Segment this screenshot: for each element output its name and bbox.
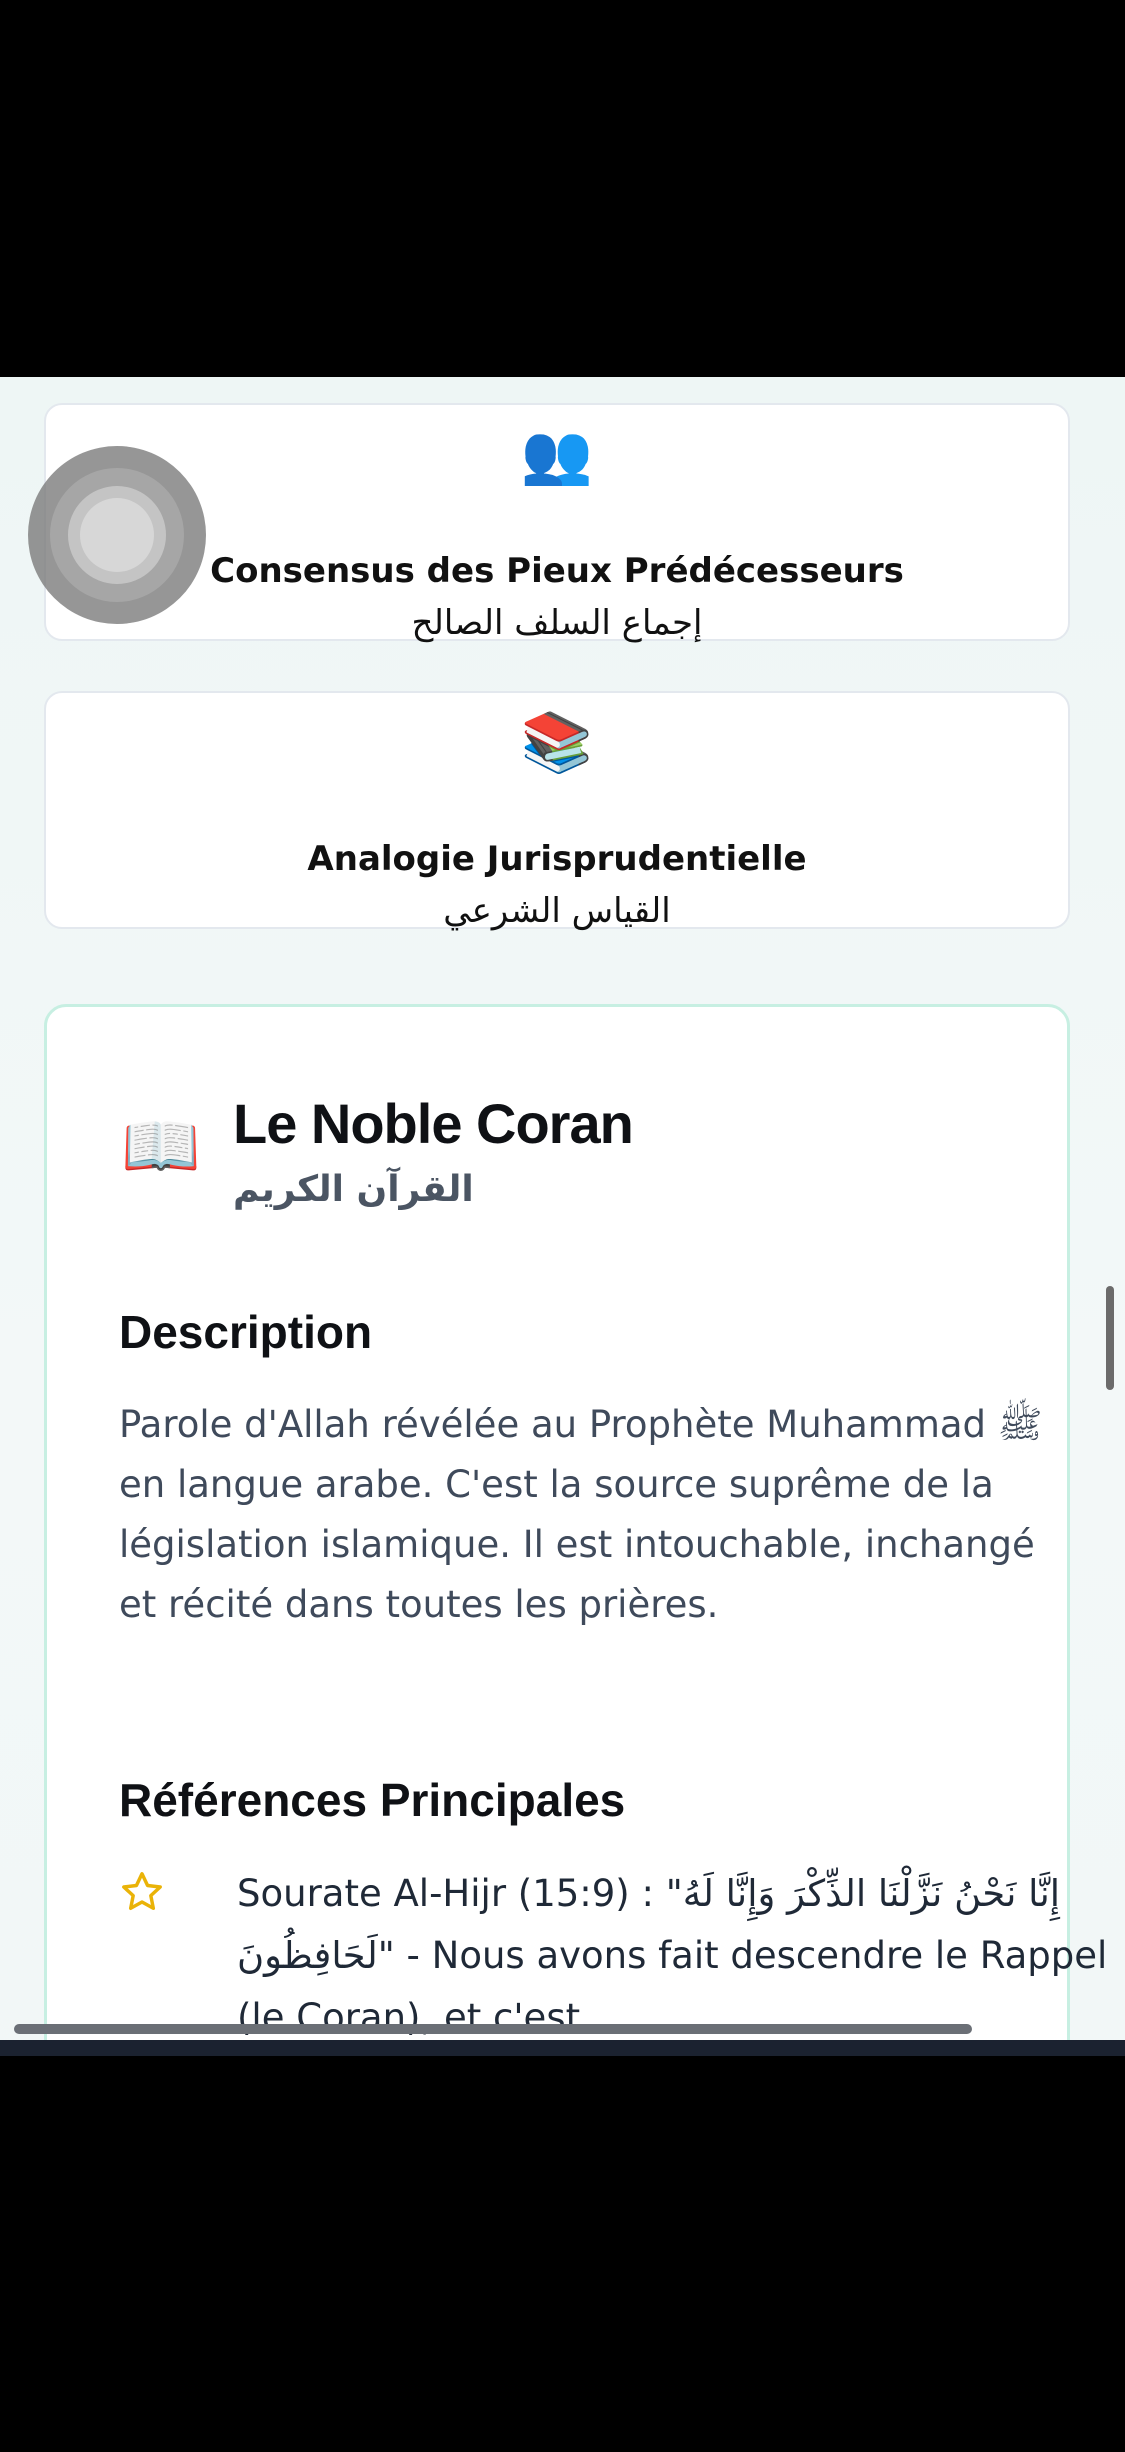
people-icon: 👥 [520, 420, 594, 488]
detail-card-coran: 📖 Le Noble Coran القرآن الكريم Descripti… [44, 1004, 1107, 2040]
reference-text: Sourate Al-Hijr (15:9) : "إِنَّا نَحْنُ … [237, 1872, 1108, 2039]
bottom-bar [0, 2040, 1125, 2056]
detail-title: Le Noble Coran [233, 1092, 634, 1155]
open-book-icon: 📖 [121, 1110, 201, 1184]
detail-subtitle: القرآن الكريم [233, 1169, 474, 1210]
status-area [0, 0, 1125, 377]
page-content[interactable]: 👥 Consensus des Pieux Prédécesseurs إجما… [0, 377, 1125, 2040]
assistive-touch-button[interactable] [28, 446, 206, 624]
home-indicator[interactable] [14, 2024, 972, 2034]
card-title-ar: إجماع السلف الصالح [411, 603, 703, 643]
bottom-area [0, 2056, 1125, 2452]
star-icon [122, 1872, 162, 1911]
references-heading: Références Principales [119, 1774, 626, 1826]
card-title-ar: القياس الشرعي [443, 891, 671, 931]
card-title-fr: Analogie Jurisprudentielle [307, 839, 807, 879]
description-text: Parole d'Allah révélée au Prophète Muham… [119, 1403, 1043, 1626]
scrollbar[interactable] [1106, 1286, 1114, 1390]
description-heading: Description [119, 1306, 373, 1358]
source-card-analogie[interactable]: 📚 Analogie Jurisprudentielle القياس الشر… [44, 691, 1070, 931]
books-icon: 📚 [520, 708, 594, 776]
